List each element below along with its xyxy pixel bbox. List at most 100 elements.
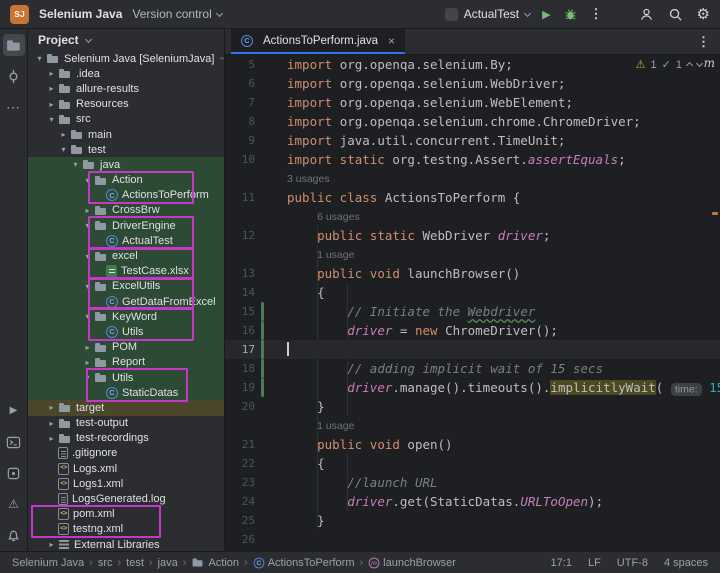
code-line-11[interactable]: 11 public class ActionsToPerform { <box>225 188 720 207</box>
status-file-encoding[interactable]: UTF-8 <box>617 557 648 569</box>
code-line-22[interactable]: 22 { <box>225 454 720 473</box>
chevron-collapsed-icon[interactable]: ▸ <box>81 343 94 352</box>
project-name-button[interactable]: Selenium Java <box>39 7 122 21</box>
inspections-widget[interactable]: ⚠ 1 ✓ 1 <box>636 58 704 71</box>
vcs-widget-button[interactable]: Version control <box>132 7 223 21</box>
tree-item-java[interactable]: ▾ java <box>28 157 224 173</box>
status-caret-position[interactable]: 17:1 <box>551 557 572 569</box>
tree-item-logs-xml[interactable]: <> Logs.xml <box>28 461 224 476</box>
line-number[interactable]: 5 <box>225 58 255 71</box>
usages-hint[interactable]: 1 usage <box>225 416 720 435</box>
previous-problem-button[interactable] <box>685 61 694 70</box>
tool-window-button-problems[interactable]: ⚠ <box>3 493 25 515</box>
line-number[interactable]: 17 <box>225 343 255 356</box>
usages-hint-label[interactable]: 6 usages <box>287 211 360 223</box>
code-line-16[interactable]: 16 driver = new ChromeDriver(); <box>225 321 720 340</box>
code-line-6[interactable]: 6 import org.openqa.selenium.WebDriver; <box>225 74 720 93</box>
next-problem-button[interactable] <box>695 59 704 68</box>
line-number[interactable]: 6 <box>225 77 255 90</box>
chevron-expanded-icon[interactable]: ▾ <box>81 282 94 291</box>
breadcrumb-actionstoperform[interactable]: C ActionsToPerform <box>253 557 355 569</box>
status-line-separator[interactable]: LF <box>588 557 601 569</box>
tree-item-logsgenerated-log[interactable]: LogsGenerated.log <box>28 491 224 506</box>
line-number[interactable]: 25 <box>225 514 255 527</box>
code-line-10[interactable]: 10 import static org.testng.Assert.assert… <box>225 150 720 169</box>
tree-item-keyword[interactable]: ▾ KeyWord <box>28 309 224 325</box>
debug-button[interactable] <box>563 7 578 22</box>
chevron-collapsed-icon[interactable]: ▸ <box>45 419 58 428</box>
tree-item-utils[interactable]: C Utils <box>28 324 224 340</box>
tool-window-button-terminal[interactable] <box>3 431 25 453</box>
tool-window-button-more-tool-windows[interactable]: ⋯ <box>3 96 25 118</box>
line-number[interactable]: 8 <box>225 115 255 128</box>
code-line-18[interactable]: 18 // adding implicit wait of 15 secs <box>225 359 720 378</box>
more-run-actions-button[interactable]: ⋮ <box>590 6 603 22</box>
chevron-expanded-icon[interactable]: ▾ <box>81 312 94 321</box>
chevron-expanded-icon[interactable]: ▾ <box>81 176 94 185</box>
breadcrumb-launchbrowser[interactable]: m launchBrowser <box>368 557 456 569</box>
tree-item-resources[interactable]: ▸ Resources <box>28 97 224 112</box>
chevron-collapsed-icon[interactable]: ▸ <box>45 69 58 78</box>
editor-tab-actionstoperform[interactable]: C ActionsToPerform.java × <box>231 29 406 54</box>
tree-item-driverengine[interactable]: ▾ DriverEngine <box>28 218 224 234</box>
chevron-collapsed-icon[interactable]: ▸ <box>81 358 94 367</box>
code-line-8[interactable]: 8 import org.openqa.selenium.chrome.Chrom… <box>225 112 720 131</box>
line-number[interactable]: 15 <box>225 305 255 318</box>
settings-button[interactable]: ⚙ <box>697 7 710 22</box>
tree-item-logs1-xml[interactable]: <> Logs1.xml <box>28 476 224 491</box>
code-line-21[interactable]: 21 public void open() <box>225 435 720 454</box>
chevron-expanded-icon[interactable]: ▾ <box>81 221 94 230</box>
line-number[interactable]: 23 <box>225 476 255 489</box>
tree-item-test[interactable]: ▾ test <box>28 142 224 157</box>
status-indent-setting[interactable]: 4 spaces <box>664 557 708 569</box>
line-number[interactable]: 7 <box>225 96 255 109</box>
chevron-collapsed-icon[interactable]: ▸ <box>45 540 58 549</box>
usages-hint-label[interactable]: 3 usages <box>287 173 330 185</box>
chevron-collapsed-icon[interactable]: ▸ <box>45 84 58 93</box>
chevron-collapsed-icon[interactable]: ▸ <box>45 100 58 109</box>
tree-item-selenium-java-seleniumjava[interactable]: ▾ Selenium Java [SeleniumJava] ~/IdeaProje… <box>28 51 224 66</box>
scrollbar-warning-marker[interactable] <box>712 212 718 215</box>
collaboration-button[interactable] <box>639 7 654 22</box>
line-number[interactable]: 10 <box>225 153 255 166</box>
breadcrumb-action[interactable]: Action <box>191 556 239 569</box>
tree-item-external-libraries[interactable]: ▸ External Libraries <box>28 537 224 551</box>
usages-hint-label[interactable]: 1 usage <box>287 249 354 261</box>
tree-item-testng-xml[interactable]: <> testng.xml <box>28 522 224 537</box>
breadcrumb-java[interactable]: java <box>158 557 178 569</box>
run-button[interactable]: ▶ <box>542 8 550 21</box>
chevron-expanded-icon[interactable]: ▾ <box>57 145 70 154</box>
tree-item-gitignore[interactable]: .gitignore <box>28 446 224 461</box>
line-number[interactable]: 21 <box>225 438 255 451</box>
code-line-24[interactable]: 24 driver.get(StaticDatas.URLToOpen); <box>225 492 720 511</box>
tree-item-excel[interactable]: ▾ excel <box>28 248 224 264</box>
tree-item-actionstoperform[interactable]: C ActionsToPerform <box>28 187 224 203</box>
breadcrumb-selenium-java[interactable]: Selenium Java <box>12 557 84 569</box>
code-line-20[interactable]: 20 } <box>225 397 720 416</box>
chevron-expanded-icon[interactable]: ▾ <box>45 115 58 124</box>
line-number[interactable]: 26 <box>225 533 255 546</box>
code-line-23[interactable]: 23 //launch URL <box>225 473 720 492</box>
chevron-collapsed-icon[interactable]: ▸ <box>45 403 58 412</box>
chevron-collapsed-icon[interactable]: ▸ <box>45 434 58 443</box>
tool-window-button-notifications[interactable] <box>3 524 25 546</box>
tree-item-idea[interactable]: ▸ .idea <box>28 66 224 81</box>
tool-window-button-services[interactable] <box>3 462 25 484</box>
tree-item-utils[interactable]: ▾ Utils <box>28 369 224 386</box>
tab-options-button[interactable]: ⋮ <box>697 34 710 50</box>
tree-item-staticdatas[interactable]: C StaticDatas <box>28 385 224 401</box>
tree-item-target[interactable]: ▸ target <box>28 400 224 416</box>
tree-item-main[interactable]: ▸ main <box>28 127 224 142</box>
line-number[interactable]: 22 <box>225 457 255 470</box>
tool-window-button-commit[interactable] <box>3 65 25 87</box>
code-line-12[interactable]: 12 public static WebDriver driver; <box>225 226 720 245</box>
project-panel-title[interactable]: Project <box>38 33 79 47</box>
usages-hint-label[interactable]: 1 usage <box>287 420 354 432</box>
tree-item-src[interactable]: ▾ src <box>28 112 224 127</box>
tree-item-report[interactable]: ▸ Report <box>28 354 224 370</box>
run-config-selector[interactable]: ActualTest <box>444 7 532 21</box>
code-line-26[interactable]: 26 <box>225 530 720 549</box>
tree-item-pom-xml[interactable]: <> pom.xml <box>28 507 224 522</box>
tree-item-actualtest[interactable]: C ActualTest <box>28 233 224 249</box>
code-line-13[interactable]: 13 public void launchBrowser() <box>225 264 720 283</box>
